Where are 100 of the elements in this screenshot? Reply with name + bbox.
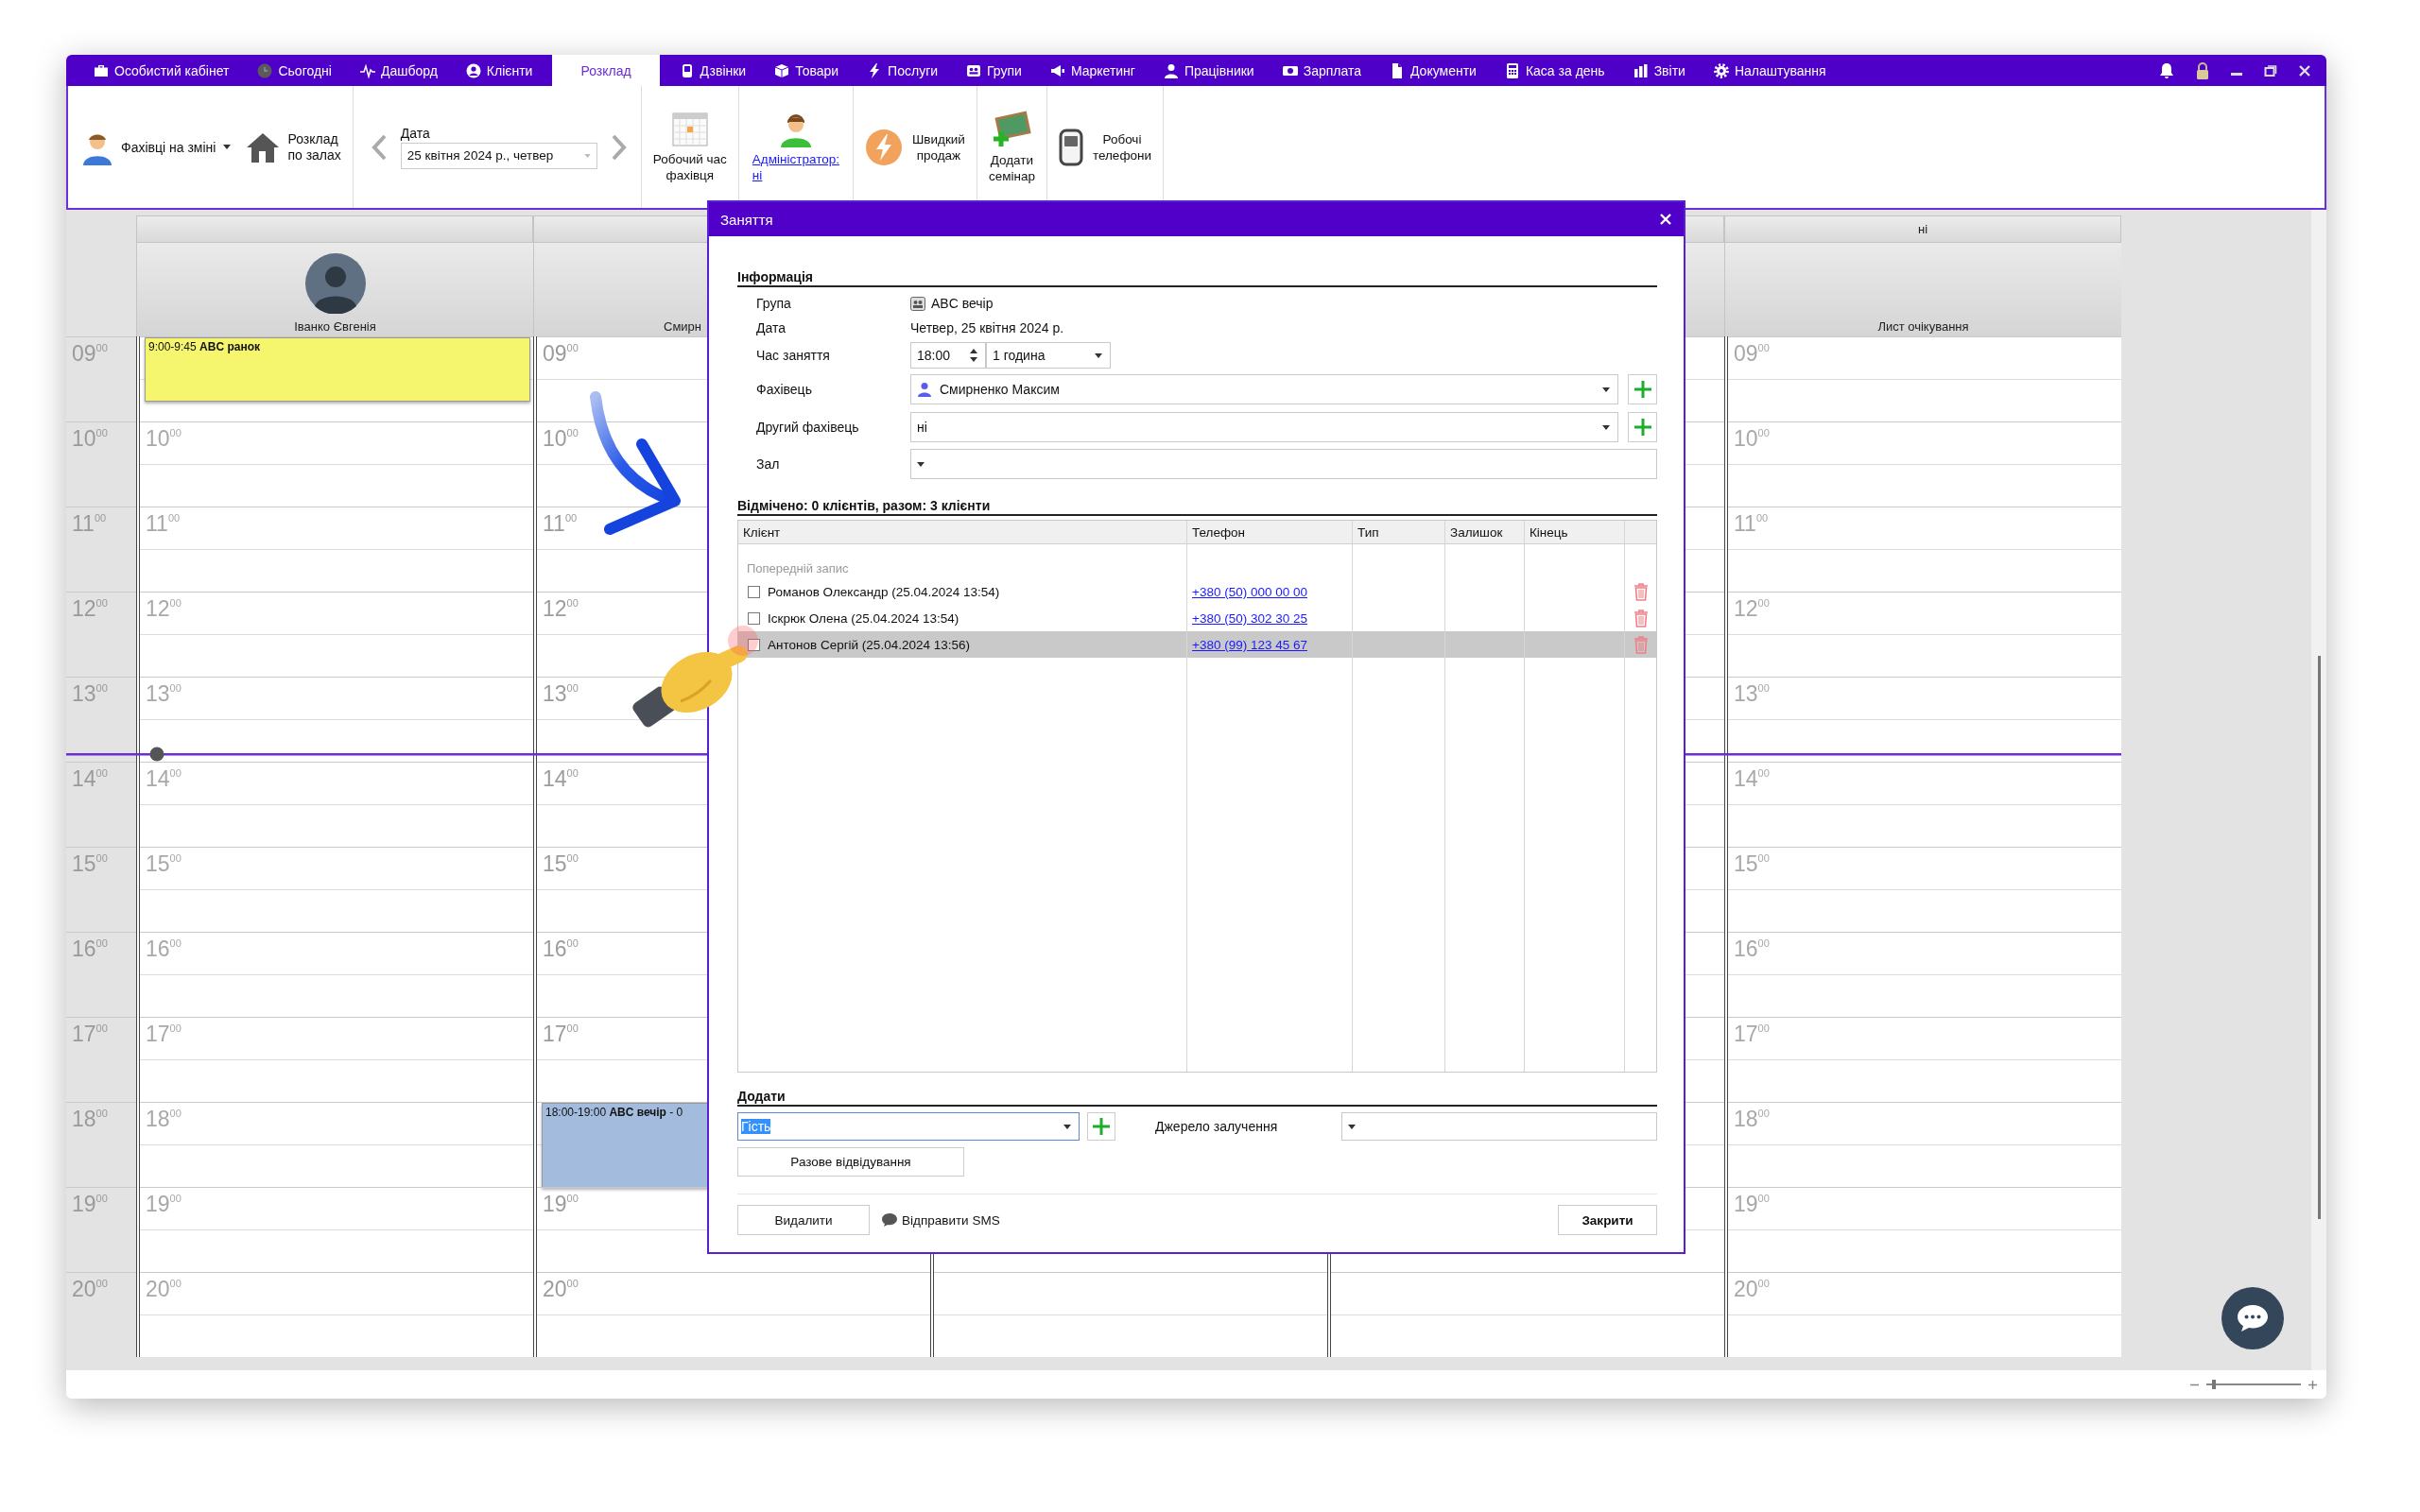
- plus-icon: [1092, 1117, 1111, 1136]
- checkbox[interactable]: [748, 638, 760, 651]
- add-button[interactable]: [1628, 412, 1657, 442]
- slot-label: 16$^{00}$: [1734, 936, 1770, 961]
- speech-bubble-icon: [881, 1212, 898, 1228]
- menu-tab[interactable]: Особистий кабінет: [79, 55, 244, 86]
- hour-label: 20$^{00}$: [72, 1277, 108, 1301]
- hour-label: 16$^{00}$: [72, 936, 108, 961]
- select-field[interactable]: [1341, 1112, 1657, 1141]
- slot-label: 19$^{00}$: [146, 1192, 182, 1216]
- trash-icon[interactable]: [1633, 609, 1649, 627]
- slot-label: 13$^{00}$: [543, 681, 579, 706]
- add-button[interactable]: [1087, 1112, 1115, 1141]
- slot-label: 14$^{00}$: [1734, 766, 1770, 791]
- hour-label: 14$^{00}$: [72, 766, 108, 791]
- calendar-event[interactable]: 9:00-9:45 ABC ранок: [145, 337, 530, 402]
- menu-tab[interactable]: Розклад: [552, 55, 660, 86]
- caret-icon: [1348, 1124, 1357, 1129]
- section-heading: Відмічено: 0 клієнтів, разом: 3 клієнти: [737, 497, 1657, 516]
- slot-label: 17$^{00}$: [146, 1022, 182, 1046]
- menu-tab[interactable]: Працівники: [1149, 55, 1269, 86]
- slot-label: 15$^{00}$: [1734, 851, 1770, 876]
- box-icon: [774, 62, 790, 78]
- slot-label: 20$^{00}$: [1734, 1277, 1770, 1301]
- trash-icon[interactable]: [1633, 582, 1649, 601]
- time-field[interactable]: 18:00: [910, 342, 986, 369]
- plus-icon: [1633, 380, 1652, 399]
- menu-tab[interactable]: Товари: [760, 55, 854, 86]
- menu-tab[interactable]: Документи: [1375, 55, 1491, 86]
- menu-tab[interactable]: Маркетинг: [1035, 55, 1150, 86]
- phone-link[interactable]: +380 (99) 123 45 67: [1192, 637, 1307, 652]
- table-row[interactable]: Антонов Сергій (25.04.2024 13:56) +380 (99) 123 45 67: [738, 631, 1656, 658]
- select-field[interactable]: Смирненко Максим: [910, 374, 1618, 404]
- menu-tab[interactable]: Дашборд: [345, 55, 452, 86]
- caret-icon: [1063, 1124, 1071, 1129]
- checkbox[interactable]: [748, 585, 760, 598]
- hour-label: 15$^{00}$: [72, 851, 108, 876]
- hour-label: 17$^{00}$: [72, 1022, 108, 1046]
- menu-tab[interactable]: Зарплата: [1268, 55, 1375, 86]
- column-header: Кінець: [1530, 524, 1568, 540]
- field-label: Фахівець: [756, 382, 813, 397]
- select-field[interactable]: [910, 449, 1657, 479]
- column-header: Телефон: [1192, 524, 1245, 540]
- plus-icon: [1633, 418, 1652, 437]
- slot-label: 16$^{00}$: [543, 936, 579, 961]
- slot-label: 18$^{00}$: [1734, 1107, 1770, 1131]
- caret-icon: [917, 461, 925, 467]
- date-select[interactable]: 25 квітня 2024 р., четвер: [400, 142, 597, 169]
- chalkboard-icon: [992, 110, 1032, 148]
- user-circle-icon: [465, 62, 481, 78]
- zoom-in-icon[interactable]: [2308, 1380, 2317, 1389]
- restore-button[interactable]: [2264, 63, 2277, 77]
- slot-label: 19$^{00}$: [543, 1192, 579, 1216]
- megaphone-icon: [1049, 62, 1065, 78]
- close-button[interactable]: Закрити: [1558, 1205, 1657, 1235]
- menu-tab[interactable]: Каса за день: [1490, 55, 1619, 86]
- staff-on-shift-button[interactable]: Фахівці на зміні: [81, 129, 232, 165]
- slot-label: 14$^{00}$: [543, 766, 579, 791]
- select-field[interactable]: ні: [910, 412, 1618, 442]
- client-name: Романов Олександр (25.04.2024 13:54): [768, 584, 1000, 599]
- bell-icon[interactable]: [2158, 61, 2175, 79]
- one-time-visit-button[interactable]: Разове відвідування: [737, 1147, 964, 1177]
- slot-label: 20$^{00}$: [543, 1277, 579, 1301]
- phone-link[interactable]: +380 (50) 302 30 25: [1192, 610, 1307, 626]
- lock-icon[interactable]: [2196, 61, 2209, 79]
- menu-tab[interactable]: Звіти: [1618, 55, 1700, 86]
- zoom-slider-thumb[interactable]: [2212, 1380, 2216, 1389]
- close-button[interactable]: [2298, 63, 2311, 77]
- slot-label: 11$^{00}$: [146, 511, 181, 536]
- checkbox[interactable]: [748, 611, 760, 625]
- person-icon: [917, 382, 932, 397]
- slot-label: 16$^{00}$: [146, 936, 182, 961]
- lightning-icon: [864, 128, 903, 166]
- slot-label: 15$^{00}$: [543, 851, 579, 876]
- slot-label: 15$^{00}$: [146, 851, 182, 876]
- chevron-right-icon[interactable]: [610, 132, 628, 162]
- menu-tab[interactable]: Налаштування: [1699, 55, 1841, 86]
- avatar: [304, 253, 366, 314]
- toolbar-button-label: Робочий час фахівця: [652, 150, 727, 183]
- chevron-left-icon[interactable]: [370, 132, 388, 162]
- rooms-schedule-button[interactable]: Розклад по залах: [246, 130, 341, 163]
- close-icon[interactable]: [1659, 213, 1672, 226]
- menu-tab[interactable]: Дзвінки: [665, 55, 761, 86]
- add-button[interactable]: [1628, 374, 1657, 404]
- mobile-phone-icon: [1058, 128, 1083, 166]
- menu-tab[interactable]: Послуги: [853, 55, 953, 86]
- slot-label: 10$^{00}$: [146, 426, 182, 451]
- caret-icon: [223, 145, 232, 149]
- slot-label: 20$^{00}$: [146, 1277, 182, 1301]
- administrator-link[interactable]: Адміністратор: ні: [752, 150, 839, 183]
- delete-button[interactable]: Видалити: [737, 1205, 870, 1235]
- duration-select[interactable]: 1 година: [986, 342, 1111, 369]
- menu-tab[interactable]: Сьогодні: [243, 55, 346, 86]
- scrollbar[interactable]: [2311, 210, 2326, 1370]
- band-label: ні: [1917, 222, 1928, 236]
- menu-tab[interactable]: Групи: [952, 55, 1036, 86]
- slot-label: 18$^{00}$: [146, 1107, 182, 1131]
- menu-tab[interactable]: Клієнти: [451, 55, 547, 86]
- phone-link[interactable]: +380 (50) 000 00 00: [1192, 584, 1307, 599]
- send-sms-button[interactable]: Відправити SMS: [881, 1212, 1000, 1228]
